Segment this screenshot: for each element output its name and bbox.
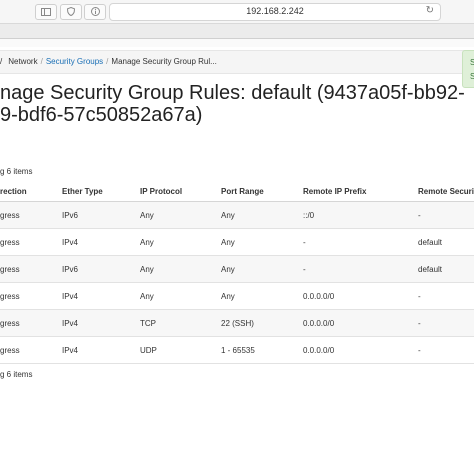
- cell-direction: gress: [0, 309, 62, 337]
- cell-ip-protocol: Any: [140, 282, 221, 310]
- cell-remote-ip-prefix: 0.0.0.0/0: [303, 336, 418, 364]
- items-count-bottom: g 6 items: [0, 370, 33, 379]
- cell-port-range: Any: [221, 201, 303, 229]
- table-row[interactable]: gress IPv6 Any Any - default: [0, 255, 474, 283]
- breadcrumb: / Network / Security Groups / Manage Security…: [0, 50, 474, 74]
- info-icon: [90, 7, 100, 16]
- browser-toolbar: 192.168.2.242 ↻: [0, 0, 474, 24]
- sidebar-toggle-button[interactable]: [35, 4, 57, 20]
- cell-ether-type: IPv4: [62, 282, 140, 310]
- cell-direction: gress: [0, 228, 62, 256]
- column-port-range[interactable]: Port Range: [221, 181, 303, 202]
- column-ether-type[interactable]: Ether Type: [62, 181, 140, 202]
- cell-ether-type: IPv4: [62, 228, 140, 256]
- table-row[interactable]: gress IPv6 Any Any ::/0 -: [0, 201, 474, 229]
- url-text: 192.168.2.242: [246, 6, 304, 16]
- table-row[interactable]: gress IPv4 Any Any - default: [0, 228, 474, 256]
- info-button[interactable]: [84, 4, 106, 20]
- cell-ip-protocol: Any: [140, 228, 221, 256]
- cell-remote-security-group: -: [418, 201, 474, 229]
- items-count-top: g 6 items: [0, 167, 33, 176]
- breadcrumb-item-current: Manage Security Group Rul...: [111, 57, 217, 66]
- cell-port-range: Any: [221, 282, 303, 310]
- sidebar-icon: [41, 8, 51, 16]
- cell-ip-protocol: Any: [140, 255, 221, 283]
- cell-remote-security-group: default: [418, 255, 474, 283]
- table-row[interactable]: gress IPv4 UDP 1 - 65535 0.0.0.0/0 -: [0, 336, 474, 364]
- page-title: nage Security Group Rules: default (9437…: [0, 82, 474, 126]
- cell-remote-ip-prefix: ::/0: [303, 201, 418, 229]
- breadcrumb-item-network[interactable]: Network: [8, 57, 37, 66]
- page-title-line-2: 9-bdf6-57c50852a67a): [0, 104, 203, 126]
- cell-port-range: 1 - 65535: [221, 336, 303, 364]
- cell-ether-type: IPv6: [62, 255, 140, 283]
- breadcrumb-item-security-groups[interactable]: Security Groups: [46, 57, 103, 66]
- page-title-line-1: nage Security Group Rules: default (9437…: [0, 82, 465, 104]
- table-row[interactable]: gress IPv4 Any Any 0.0.0.0/0 -: [0, 282, 474, 310]
- cell-remote-ip-prefix: 0.0.0.0/0: [303, 282, 418, 310]
- table-row[interactable]: gress IPv4 TCP 22 (SSH) 0.0.0.0/0 -: [0, 309, 474, 337]
- cell-ether-type: IPv6: [62, 201, 140, 229]
- alert-text: S: [470, 58, 474, 67]
- cell-direction: gress: [0, 201, 62, 229]
- cell-port-range: 22 (SSH): [221, 309, 303, 337]
- column-remote-security-group[interactable]: Remote Security: [418, 181, 474, 202]
- cell-ether-type: IPv4: [62, 309, 140, 337]
- column-ip-protocol[interactable]: IP Protocol: [140, 181, 221, 202]
- cell-remote-security-group: -: [418, 282, 474, 310]
- reload-icon[interactable]: ↻: [426, 5, 434, 16]
- cell-ip-protocol: Any: [140, 201, 221, 229]
- column-remote-ip-prefix[interactable]: Remote IP Prefix: [303, 181, 418, 202]
- alert-text-2: Su: [470, 72, 474, 81]
- column-direction[interactable]: rection: [0, 181, 62, 202]
- cell-remote-security-group: -: [418, 336, 474, 364]
- cell-port-range: Any: [221, 255, 303, 283]
- shield-icon: [66, 6, 76, 17]
- rules-table: rection Ether Type IP Protocol Port Rang…: [0, 181, 474, 364]
- cell-remote-ip-prefix: -: [303, 255, 418, 283]
- cell-ether-type: IPv4: [62, 336, 140, 364]
- cell-direction: gress: [0, 282, 62, 310]
- table-header-row: rection Ether Type IP Protocol Port Rang…: [0, 181, 474, 202]
- cell-remote-ip-prefix: -: [303, 228, 418, 256]
- cell-ip-protocol: UDP: [140, 336, 221, 364]
- cell-remote-security-group: -: [418, 309, 474, 337]
- cell-remote-ip-prefix: 0.0.0.0/0: [303, 309, 418, 337]
- cell-remote-security-group: default: [418, 228, 474, 256]
- cell-port-range: Any: [221, 228, 303, 256]
- cell-ip-protocol: TCP: [140, 309, 221, 337]
- top-navbar: [0, 39, 474, 47]
- cell-direction: gress: [0, 336, 62, 364]
- shield-button[interactable]: [60, 4, 82, 20]
- breadcrumb-separator: /: [40, 57, 43, 66]
- tab-strip: [0, 24, 474, 39]
- address-bar[interactable]: 192.168.2.242 ↻: [109, 3, 441, 21]
- cell-direction: gress: [0, 255, 62, 283]
